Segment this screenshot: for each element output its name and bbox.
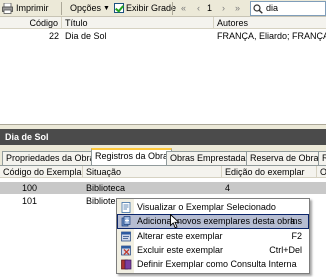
menu-item-delete-copy[interactable]: Excluir este exemplar Ctrl+Del: [118, 244, 308, 257]
last-page-icon[interactable]: »: [232, 3, 243, 14]
menu-item-shortcut: Ctrl+Del: [269, 245, 302, 255]
tab-overflow[interactable]: Re: [318, 151, 326, 165]
cell-codigo-exemplar: 101: [22, 196, 38, 206]
menu-item-shortcut: Ins: [289, 216, 302, 226]
internal-consult-icon: [121, 259, 132, 270]
next-page-icon[interactable]: ›: [218, 3, 229, 14]
tab-obras-emprestadas[interactable]: Obras Emprestadas: [166, 151, 255, 165]
toolbar: Imprimir Opções ▼ Exibir Grade « ‹ 1 › »…: [0, 0, 326, 17]
menu-item-label: Adicionar novos exemplares desta obra: [137, 216, 296, 226]
column-header-autores[interactable]: Autores: [214, 17, 326, 29]
chevron-down-icon: ▼: [103, 5, 110, 12]
column-header-codigo-exemplar[interactable]: Código do Exemplar: [0, 166, 83, 178]
show-grid-label: Exibir Grade: [126, 3, 177, 13]
cell-titulo: Dia de Sol: [65, 31, 107, 41]
tab-registros-da-obra[interactable]: Registros da Obra: [91, 148, 173, 165]
mouse-cursor-icon: [170, 214, 180, 229]
printer-icon: [2, 3, 13, 14]
page-number: 1: [207, 3, 213, 13]
table-row[interactable]: 22 Dia de Sol FRANÇA, Eliardo; FRANÇA, M…: [0, 30, 326, 42]
menu-item-label: Excluir este exemplar: [137, 245, 224, 255]
add-copies-icon: [121, 216, 131, 227]
column-header-titulo[interactable]: Título: [62, 17, 214, 29]
options-menu-button[interactable]: Opções ▼: [70, 2, 110, 15]
view-icon: [121, 202, 131, 213]
tab-propriedades-da-obra[interactable]: Propriedades da Obra: [2, 151, 99, 165]
tab-strip: Propriedades da Obra Registros da Obra O…: [0, 145, 326, 165]
menu-item-edit-copy[interactable]: Alterar este exemplar F2: [118, 230, 308, 243]
search-value: dia: [266, 3, 279, 13]
menu-item-view-copy[interactable]: Visualizar o Exemplar Selecionado: [118, 201, 308, 214]
toolbar-separator: [172, 2, 173, 15]
edit-icon: [121, 231, 131, 242]
toolbar-separator: [61, 2, 62, 15]
cell-edicao: 4: [225, 183, 231, 193]
cell-situacao: Bibliote: [86, 196, 116, 206]
menu-item-internal-consult[interactable]: Definir Exemplar como Consulta Interna: [118, 258, 308, 271]
menu-item-shortcut: F2: [291, 231, 302, 241]
column-header-edicao[interactable]: Edição do exemplar: [222, 166, 317, 178]
column-header-codigo[interactable]: Código: [0, 17, 62, 29]
cell-codigo: 22: [48, 31, 59, 41]
show-grid-checkbox[interactable]: [114, 3, 124, 13]
tab-reserva-de-obras[interactable]: Reserva de Obras: [246, 151, 326, 165]
previous-page-icon[interactable]: ‹: [193, 3, 204, 14]
results-grid: Código Título Autores 22 Dia de Sol FRAN…: [0, 17, 326, 125]
options-label: Opções: [70, 3, 102, 13]
context-menu: Visualizar o Exemplar Selecionado Adicio…: [116, 198, 310, 274]
panel-title: Dia de Sol: [0, 129, 326, 145]
first-page-icon[interactable]: «: [178, 3, 189, 14]
search-icon: [253, 4, 263, 14]
cell-codigo-exemplar: 100: [22, 183, 38, 193]
cell-situacao: Biblioteca: [86, 183, 126, 193]
column-header-overflow[interactable]: Ol: [317, 166, 326, 178]
menu-item-label: Definir Exemplar como Consulta Interna: [137, 259, 297, 269]
column-header-situacao[interactable]: Situação: [83, 166, 222, 178]
menu-item-label: Alterar este exemplar: [137, 231, 223, 241]
menu-item-label: Visualizar o Exemplar Selecionado: [137, 202, 276, 212]
delete-icon: [121, 245, 131, 256]
menu-item-add-copies[interactable]: Adicionar novos exemplares desta obra In…: [117, 214, 309, 229]
table-row-selected[interactable]: 100 Biblioteca 4: [0, 182, 326, 194]
search-input[interactable]: dia: [250, 1, 326, 16]
print-label: Imprimir: [16, 3, 49, 13]
cell-autores: FRANÇA, Eliardo; FRANÇA, Ma: [217, 31, 326, 41]
